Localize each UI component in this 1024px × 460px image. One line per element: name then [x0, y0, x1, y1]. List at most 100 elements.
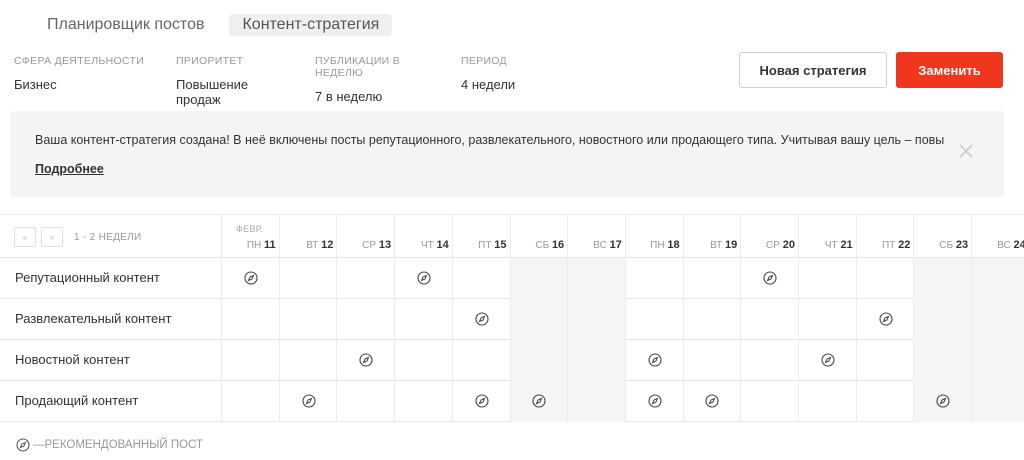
recommended-post-icon[interactable] — [475, 394, 489, 408]
close-icon[interactable] — [956, 141, 976, 161]
calendar-cell[interactable] — [567, 258, 625, 299]
calendar-cell[interactable] — [971, 340, 1024, 381]
calendar-cell[interactable] — [624, 299, 683, 340]
param-label: Приоритет — [176, 55, 244, 67]
calendar-cell[interactable] — [682, 381, 741, 422]
weekday: ЧТ — [824, 240, 838, 251]
day-label: СБ 23 — [939, 239, 968, 251]
recommended-post-icon[interactable] — [532, 394, 546, 408]
notice-message: Ваша контент-стратегия создана! В неё вк… — [35, 133, 945, 147]
calendar-cell[interactable] — [394, 381, 452, 422]
day-label: ВС 24 — [997, 239, 1024, 251]
recommended-post-icon[interactable] — [648, 353, 662, 367]
calendar-cell[interactable] — [913, 381, 972, 422]
calendar-cell[interactable] — [336, 299, 394, 340]
weekday: СБ — [535, 240, 550, 251]
recommended-post-icon[interactable] — [475, 312, 489, 326]
calendar-cell[interactable] — [509, 258, 568, 299]
calendar-cell[interactable] — [740, 340, 798, 381]
recommended-post-icon[interactable] — [648, 394, 662, 408]
day-number: 13 — [378, 239, 392, 251]
calendar-cell[interactable] — [394, 340, 452, 381]
calendar-cell[interactable] — [509, 299, 568, 340]
calendar-cell[interactable] — [394, 299, 452, 340]
weekday: ВС — [593, 240, 607, 251]
calendar-cell[interactable] — [221, 340, 279, 381]
calendar-cell[interactable] — [221, 258, 279, 299]
recommended-post-icon[interactable] — [417, 271, 431, 285]
new-strategy-button[interactable]: Новая стратегия — [739, 52, 887, 88]
calendar-cell[interactable] — [451, 299, 510, 340]
calendar-cell[interactable] — [221, 299, 279, 340]
calendar-cell[interactable] — [913, 258, 972, 299]
calendar-cell[interactable] — [682, 258, 741, 299]
weekday: СБ — [939, 240, 954, 251]
calendar-cell[interactable] — [971, 258, 1024, 299]
calendar-cell[interactable] — [509, 340, 568, 381]
calendar-cell[interactable] — [740, 381, 798, 422]
calendar-cell[interactable] — [451, 381, 510, 422]
calendar-cell[interactable] — [624, 340, 683, 381]
calendar-cell[interactable] — [798, 258, 856, 299]
calendar-cell[interactable] — [740, 299, 798, 340]
calendar-cell[interactable] — [451, 340, 510, 381]
calendar-cell[interactable] — [451, 258, 510, 299]
calendar-cell[interactable] — [278, 381, 337, 422]
calendar-cell[interactable] — [336, 258, 394, 299]
calendar-cell[interactable] — [624, 258, 683, 299]
read-more-link[interactable]: Подробнее — [35, 162, 104, 176]
calendar-cell[interactable] — [336, 381, 394, 422]
calendar-cell[interactable] — [855, 258, 914, 299]
calendar-cell[interactable] — [682, 299, 741, 340]
calendar-cell[interactable] — [913, 340, 972, 381]
calendar-cell[interactable] — [798, 299, 856, 340]
calendar-cell[interactable] — [394, 258, 452, 299]
param-value: 4 недели — [461, 77, 516, 92]
next-week-button[interactable]: » — [41, 227, 63, 247]
calendar-cell[interactable] — [278, 340, 337, 381]
calendar-cell[interactable] — [740, 258, 798, 299]
prev-week-button[interactable]: « — [14, 227, 36, 247]
calendar-cell[interactable] — [855, 381, 914, 422]
recommended-post-icon[interactable] — [705, 394, 719, 408]
calendar-cell[interactable] — [624, 381, 683, 422]
calendar-cell[interactable] — [971, 381, 1024, 422]
recommended-post-icon[interactable] — [359, 353, 373, 367]
calendar-cell[interactable] — [855, 340, 914, 381]
tab-content-strategy[interactable]: Контент-стратегия — [229, 14, 393, 36]
recommended-post-icon[interactable] — [821, 353, 835, 367]
content-calendar: « » 1 - 2 НЕДЕЛИ ФЕВР. ПН 11 ВТ 12 СР 13 ЧТ … — [0, 214, 1024, 422]
calendar-cell[interactable] — [971, 299, 1024, 340]
calendar-cell[interactable] — [509, 381, 568, 422]
calendar-cell[interactable] — [567, 381, 625, 422]
day-number: 19 — [725, 239, 738, 251]
recommended-post-icon[interactable] — [878, 312, 893, 326]
recommended-post-icon[interactable] — [301, 394, 316, 408]
legend: —РЕКОМЕНДОВАННЫЙ ПОСТ — [16, 438, 203, 452]
calendar-cell[interactable] — [682, 340, 741, 381]
recommended-post-icon[interactable] — [763, 271, 777, 285]
day-number: 20 — [782, 239, 795, 251]
weekday: ПН — [650, 240, 665, 251]
calendar-cell[interactable] — [278, 299, 337, 340]
calendar-cell[interactable] — [855, 299, 914, 340]
calendar-cell[interactable] — [567, 340, 625, 381]
recommended-post-icon[interactable] — [244, 271, 258, 285]
day-number: 21 — [840, 239, 853, 251]
calendar-cell[interactable] — [567, 299, 625, 340]
param-1: Приоритет Повышение продаж — [176, 55, 291, 107]
calendar-cell[interactable] — [798, 340, 856, 381]
week-navigation: « » 1 - 2 НЕДЕЛИ — [14, 227, 141, 247]
day-header: ПТ 15 — [451, 215, 510, 258]
recommended-post-icon[interactable] — [936, 394, 950, 408]
tab-post-planner[interactable]: Планировщик постов — [34, 14, 217, 36]
content-row: Репутационный контент — [0, 258, 1024, 299]
calendar-cell[interactable] — [913, 299, 972, 340]
day-label: ПТ 22 — [882, 239, 910, 251]
calendar-cell[interactable] — [336, 340, 394, 381]
calendar-cell[interactable] — [278, 258, 337, 299]
calendar-cell[interactable] — [798, 381, 856, 422]
calendar-header: « » 1 - 2 НЕДЕЛИ ФЕВР. ПН 11 ВТ 12 СР 13 ЧТ … — [0, 215, 1024, 258]
calendar-cell[interactable] — [221, 381, 279, 422]
replace-button[interactable]: Заменить — [896, 52, 1003, 88]
